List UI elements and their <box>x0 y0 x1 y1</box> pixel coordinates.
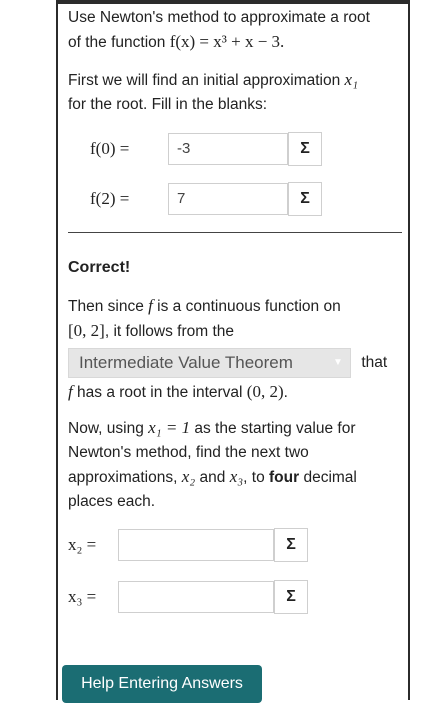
step2-text-d: that <box>361 354 388 372</box>
x2-input[interactable] <box>118 529 274 561</box>
sigma-icon[interactable]: Σ <box>274 528 308 562</box>
step3-line4: places each. <box>68 493 156 510</box>
f0-row: f(0) = -3 Σ <box>90 132 322 166</box>
step2-line4: f has a root in the interval (0, 2). <box>68 380 398 405</box>
f2-input[interactable]: 7 <box>168 183 288 215</box>
f2-value: 7 <box>177 190 186 207</box>
x2-symbol: x₂ <box>181 467 196 486</box>
interval-open: (0, 2) <box>246 382 284 401</box>
step3-line1: Now, using x₁ = 1 as the starting value … <box>68 416 398 441</box>
x3-label: x₃ = <box>68 587 97 606</box>
theorem-dropdown[interactable]: Intermediate Value Theorem ▼ <box>68 348 351 378</box>
step2-text-c: , it follows from the <box>104 323 235 340</box>
step3-text-f: decimal <box>299 469 357 486</box>
step2-line1: Then since f is a continuous function on <box>68 294 398 319</box>
x2-row: x₂ = Σ <box>68 528 308 562</box>
step3-text-c: approximations, <box>68 469 182 486</box>
f0-value: -3 <box>177 140 191 157</box>
x1-symbol: x₁ <box>344 70 358 89</box>
step3-text-d: and <box>195 469 230 486</box>
four-bold: four <box>269 469 300 486</box>
step3: Now, using x₁ = 1 as the starting value … <box>68 416 398 514</box>
f2-row: f(2) = 7 Σ <box>90 182 322 216</box>
sigma-icon[interactable]: Σ <box>288 182 322 216</box>
intro-prefix: of the function <box>68 34 170 51</box>
intro-line2: of the function f(x) = x³ + x − 3. <box>68 30 398 55</box>
step3-text-e: , to <box>243 469 270 486</box>
step2-text-a: Then since <box>68 298 149 315</box>
help-entering-answers-button[interactable]: Help Entering Answers <box>62 665 262 703</box>
step1-line1: First we will find an initial approximat… <box>68 68 398 93</box>
step2-line2: [0, 2], it follows from the <box>68 319 398 344</box>
step2-line3: Intermediate Value Theorem ▼ that <box>68 348 398 378</box>
function-expression: f(x) = x³ + x − 3. <box>169 32 285 51</box>
intro-line1: Use Newton's method to approximate a roo… <box>68 9 370 26</box>
x3-row: x₃ = Σ <box>68 580 308 614</box>
step2-text-f: . <box>283 384 288 401</box>
step1-text-a: First we will find an initial approximat… <box>68 72 345 89</box>
step3-line2: Newton's method, find the next two <box>68 444 309 461</box>
step1: First we will find an initial approximat… <box>68 68 398 117</box>
divider <box>68 232 402 233</box>
step2: Then since f is a continuous function on… <box>68 294 398 405</box>
step3-text-b: as the starting value for <box>190 420 356 437</box>
sigma-icon[interactable]: Σ <box>274 580 308 614</box>
f0-input[interactable]: -3 <box>168 133 288 165</box>
x3-symbol: x₃ <box>229 467 244 486</box>
step2-text-b: is a continuous function on <box>152 298 341 315</box>
f0-label: f(0) = <box>90 139 130 158</box>
f2-label: f(2) = <box>90 189 130 208</box>
sigma-icon[interactable]: Σ <box>288 132 322 166</box>
x1-equals: x₁ = 1 <box>148 418 191 437</box>
x2-label: x₂ = <box>68 535 97 554</box>
step2-text-e: has a root in the interval <box>72 384 247 401</box>
theorem-dropdown-value: Intermediate Value Theorem <box>79 353 293 372</box>
step3-line3: approximations, x₂ and x₃, to four decim… <box>68 465 398 490</box>
intro: Use Newton's method to approximate a roo… <box>68 6 398 55</box>
interval-closed: [0, 2] <box>68 321 105 340</box>
status-correct: Correct! <box>68 259 131 276</box>
step3-text-a: Now, using <box>68 420 149 437</box>
step1-line2: for the root. Fill in the blanks: <box>68 96 268 113</box>
x3-input[interactable] <box>118 581 274 613</box>
chevron-down-icon: ▼ <box>333 357 343 368</box>
